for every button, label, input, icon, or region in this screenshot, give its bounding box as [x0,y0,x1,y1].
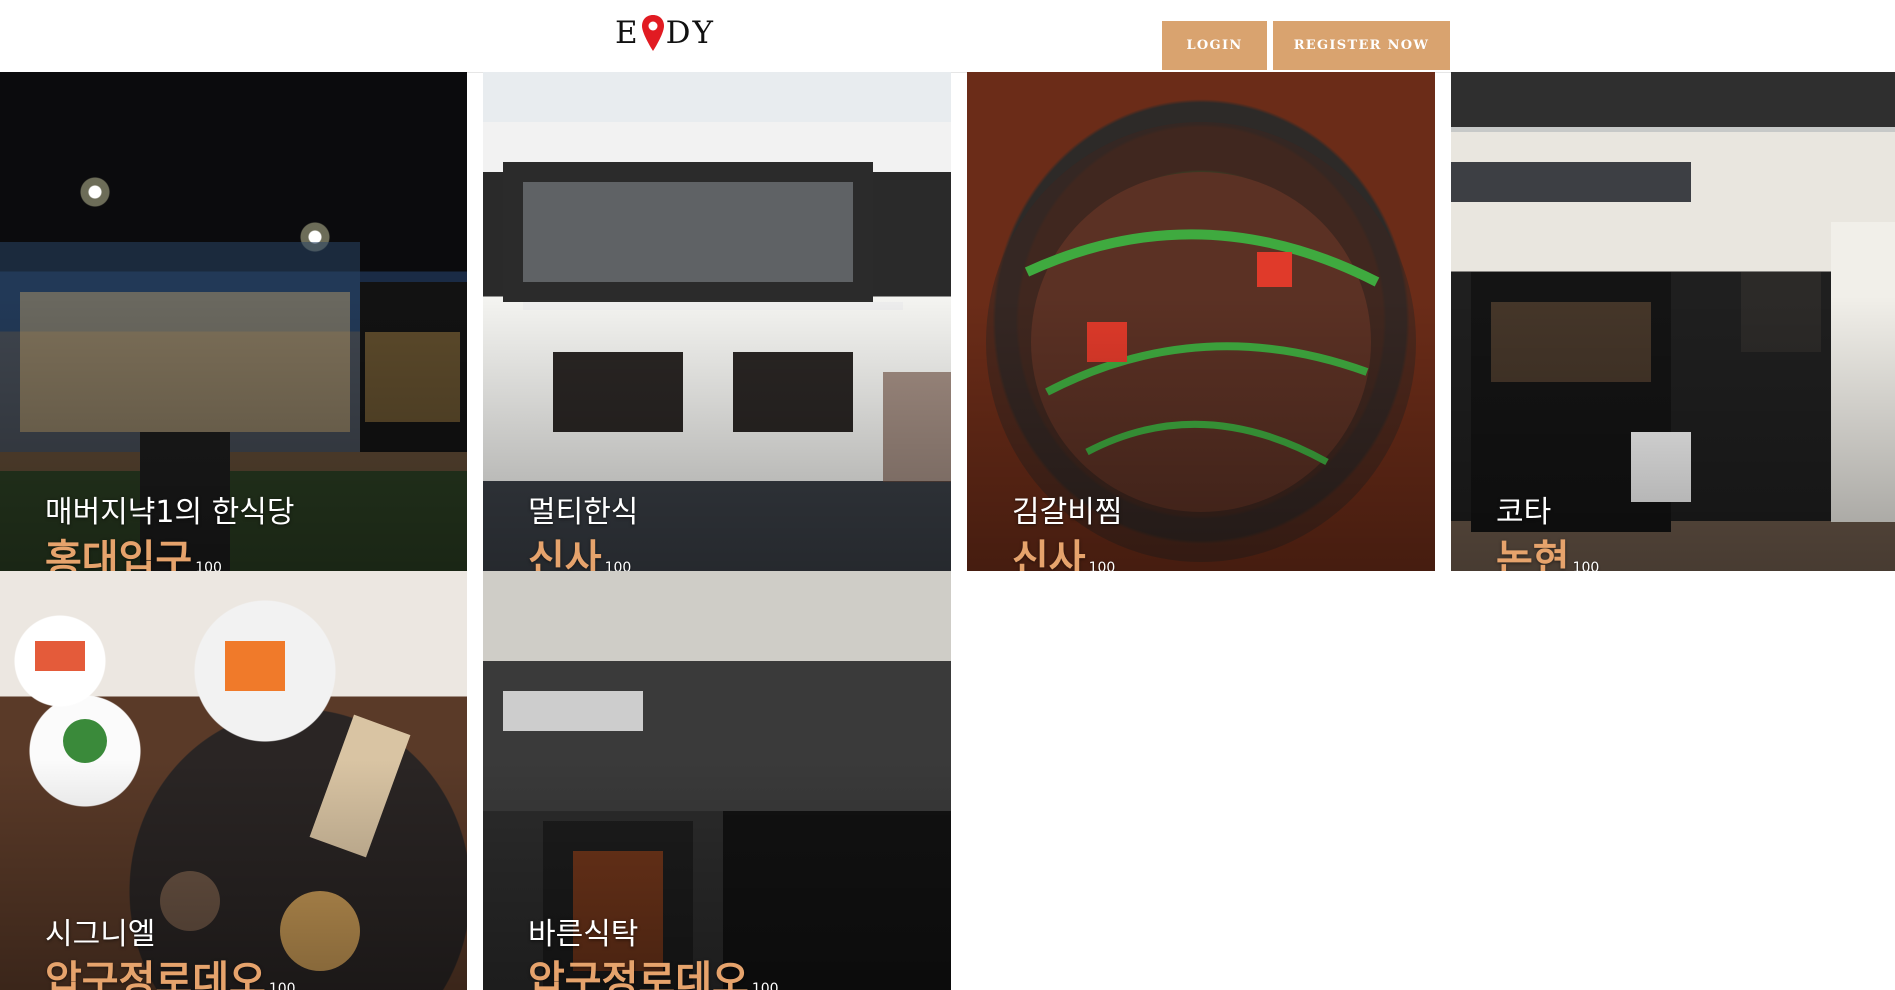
restaurant-card[interactable]: 김갈비찜 신사 100 [967,72,1435,571]
restaurant-location: 신사 [1012,537,1086,571]
site-logo[interactable]: E DY [615,10,715,56]
restaurant-score: 100 [1088,560,1116,571]
logo-letters-right: DY [665,15,715,51]
restaurant-location: 압구정로데오 [45,958,266,990]
restaurant-location: 논현 [1496,537,1570,571]
restaurant-score: 100 [604,560,632,571]
top-navbar: E DY LOGIN REGISTER NOW [0,0,1895,73]
register-now-button[interactable]: REGISTER NOW [1273,21,1450,70]
restaurant-card[interactable]: 매버지냑1의 한식당 홍대입구 100 [0,72,467,571]
restaurant-name: 코타 [1496,495,1552,530]
map-pin-icon [641,15,664,51]
restaurant-name: 시그니엘 [45,917,156,952]
restaurant-score: 100 [195,560,222,571]
restaurant-name: 멀티한식 [528,495,639,530]
restaurant-score: 100 [268,981,296,990]
restaurant-card[interactable]: 멀티한식 신사 100 [483,72,951,571]
restaurant-score: 100 [751,981,779,990]
restaurant-meta: 신사 100 [528,540,631,571]
login-button[interactable]: LOGIN [1162,21,1267,70]
restaurant-name: 김갈비찜 [1012,495,1123,530]
restaurant-card[interactable]: 코타 논현 100 [1451,72,1895,571]
restaurant-meta: 홍대입구 100 [45,540,222,571]
restaurant-location: 압구정로데오 [528,958,749,990]
restaurant-card[interactable]: 시그니엘 압구정로데오 100 [0,571,467,990]
restaurant-score: 100 [1572,560,1600,571]
restaurant-name: 매버지냑1의 한식당 [45,495,295,530]
logo-letter-left: E [615,15,640,51]
restaurant-meta: 논현 100 [1496,540,1599,571]
restaurant-location: 홍대입구 [45,537,193,571]
restaurant-name: 바른식탁 [528,917,639,952]
restaurant-meta: 압구정로데오 100 [45,961,296,990]
restaurant-card[interactable]: 바른식탁 압구정로데오 100 [483,571,951,990]
restaurant-meta: 압구정로데오 100 [528,961,779,990]
restaurant-location: 신사 [528,537,602,571]
restaurant-meta: 신사 100 [1012,540,1115,571]
